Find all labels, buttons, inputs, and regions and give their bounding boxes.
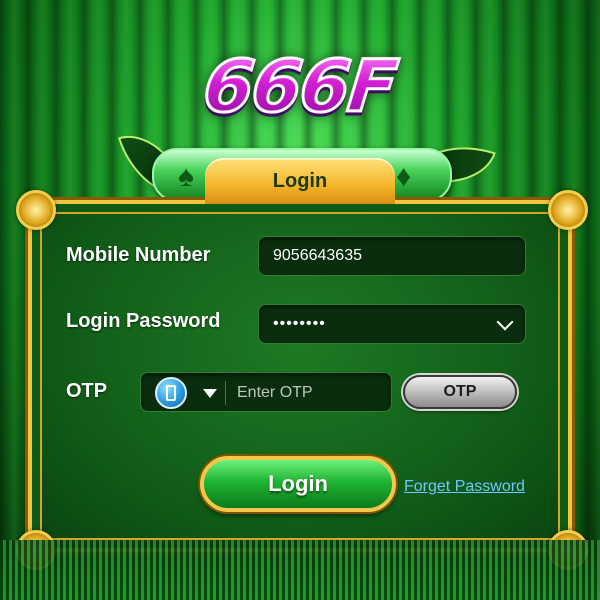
login-password-input[interactable]: ••••••••: [258, 304, 526, 344]
phone-icon[interactable]: [155, 377, 187, 409]
diamond-icon: ♦: [396, 160, 412, 193]
divider: [225, 381, 226, 405]
send-otp-button[interactable]: OTP: [403, 375, 517, 409]
login-password-label: Login Password: [66, 310, 221, 332]
login-screen: 666F ♠ ♦ Login Mobile Number 9056643635 …: [0, 0, 600, 600]
login-button[interactable]: Login: [200, 456, 396, 512]
mobile-number-input[interactable]: 9056643635: [258, 236, 526, 276]
tab-login-label: Login: [272, 170, 328, 192]
logo-text: 666F: [198, 43, 401, 130]
password-value: ••••••••: [273, 315, 326, 332]
mobile-number-label: Mobile Number: [66, 244, 211, 266]
otp-field: [140, 372, 392, 413]
otp-label: OTP: [66, 380, 108, 402]
tab-login[interactable]: Login: [205, 158, 395, 204]
corner-ornament: [548, 530, 588, 570]
corner-ornament: [16, 530, 56, 570]
chevron-down-icon[interactable]: [496, 313, 514, 331]
corner-ornament: [548, 190, 588, 230]
forget-password-link[interactable]: Forget Password: [404, 478, 525, 496]
spade-icon: ♠: [178, 160, 194, 193]
caret-down-icon[interactable]: [203, 389, 217, 398]
corner-ornament: [16, 190, 56, 230]
otp-input[interactable]: [235, 373, 389, 413]
brand-logo: 666F: [180, 43, 420, 130]
mobile-number-value: 9056643635: [273, 247, 362, 264]
